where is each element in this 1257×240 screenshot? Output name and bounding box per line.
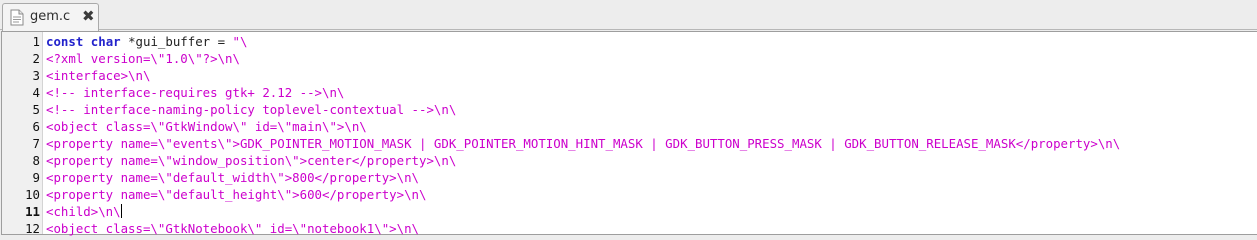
line-content: <!-- interface-requires gtk+ 2.12 -->\n\	[46, 85, 345, 100]
line-number: 9	[32, 170, 40, 185]
line-content: <?xml version=\"1.0\"?>\n\	[46, 51, 240, 66]
tab-gem-c[interactable]: gem.c ✖	[2, 3, 99, 31]
code-line: 5 <!-- interface-naming-policy toplevel-c…	[2, 101, 1252, 118]
tab-bar: gem.c ✖	[0, 0, 1257, 31]
line-content: <object class=\"GtkWindow\" id=\"main\">…	[46, 119, 367, 134]
line-number: 8	[32, 153, 40, 168]
line-text[interactable]: <!-- interface-requires gtk+ 2.12 -->\n\	[46, 84, 344, 101]
text-cursor	[120, 204, 122, 218]
code-line: 7 <property name=\"events\">GDK_POINTER_M…	[2, 135, 1252, 152]
line-content: <property name=\"events\">GDK_POINTER_MO…	[46, 136, 1121, 151]
declaration-text: *gui_buffer =	[120, 34, 233, 49]
code-line: 11 <child>\n\	[2, 203, 1252, 220]
line-content: <property name=\"default_height\">600</p…	[46, 187, 427, 202]
line-text[interactable]: const char *gui_buffer = "\	[46, 33, 247, 50]
text-file-icon	[10, 9, 24, 26]
string-literal: "\	[232, 34, 248, 49]
code-line: 6 <object class=\"GtkWindow\" id=\"main\"…	[2, 118, 1252, 135]
line-number: 7	[32, 136, 40, 151]
line-text[interactable]: <child>\n\	[46, 203, 122, 220]
line-number: 12	[25, 221, 40, 236]
code-line: 3 <interface>\n\	[2, 67, 1252, 84]
code-line: 10 <property name=\"default_height\">600<…	[2, 186, 1252, 203]
line-number: 4	[32, 85, 40, 100]
line-content: <property name=\"default_width\">800</pr…	[46, 170, 419, 185]
tab-title: gem.c	[30, 9, 71, 24]
code-editor[interactable]: 1 const char *gui_buffer = "\ 2 <?xml ver…	[1, 31, 1257, 237]
line-text[interactable]: <property name=\"default_height\">600</p…	[46, 186, 426, 203]
keyword-char: char	[90, 34, 121, 49]
close-icon[interactable]: ✖	[82, 9, 95, 24]
line-content: <object class=\"GtkNotebook\" id=\"noteb…	[46, 221, 419, 236]
line-text[interactable]: <!-- interface-naming-policy toplevel-co…	[46, 101, 456, 118]
line-number: 11	[25, 204, 40, 219]
line-content: <!-- interface-naming-policy toplevel-co…	[46, 102, 457, 117]
code-line: 4 <!-- interface-requires gtk+ 2.12 -->\n…	[2, 84, 1252, 101]
line-text[interactable]: <property name=\"window_position\">cente…	[46, 152, 456, 169]
line-number: 2	[32, 51, 40, 66]
line-content: <child>\n\	[46, 204, 121, 219]
line-text[interactable]: <property name=\"events\">GDK_POINTER_MO…	[46, 135, 1120, 152]
code-line: 2 <?xml version=\"1.0\"?>\n\	[2, 50, 1252, 67]
line-content: <interface>\n\	[46, 68, 151, 83]
code-lines: 1 const char *gui_buffer = "\ 2 <?xml ver…	[2, 33, 1252, 237]
code-line: 9 <property name=\"default_width\">800</p…	[2, 169, 1252, 186]
line-text[interactable]: <object class=\"GtkWindow\" id=\"main\">…	[46, 118, 367, 135]
line-text[interactable]: <property name=\"default_width\">800</pr…	[46, 169, 419, 186]
code-line: 8 <property name=\"window_position\">cent…	[2, 152, 1252, 169]
code-line: 1 const char *gui_buffer = "\	[2, 33, 1252, 50]
line-number: 1	[32, 34, 40, 49]
code-line: 12 <object class=\"GtkNotebook\" id=\"not…	[2, 220, 1252, 237]
line-text[interactable]: <object class=\"GtkNotebook\" id=\"noteb…	[46, 220, 419, 237]
keyword-const: const	[46, 34, 84, 49]
line-number: 10	[25, 187, 40, 202]
line-text[interactable]: <interface>\n\	[46, 67, 150, 84]
line-text[interactable]: <?xml version=\"1.0\"?>\n\	[46, 50, 240, 67]
line-number: 6	[32, 119, 40, 134]
line-number: 3	[32, 68, 40, 83]
line-number: 5	[32, 102, 40, 117]
line-content: <property name=\"window_position\">cente…	[46, 153, 457, 168]
